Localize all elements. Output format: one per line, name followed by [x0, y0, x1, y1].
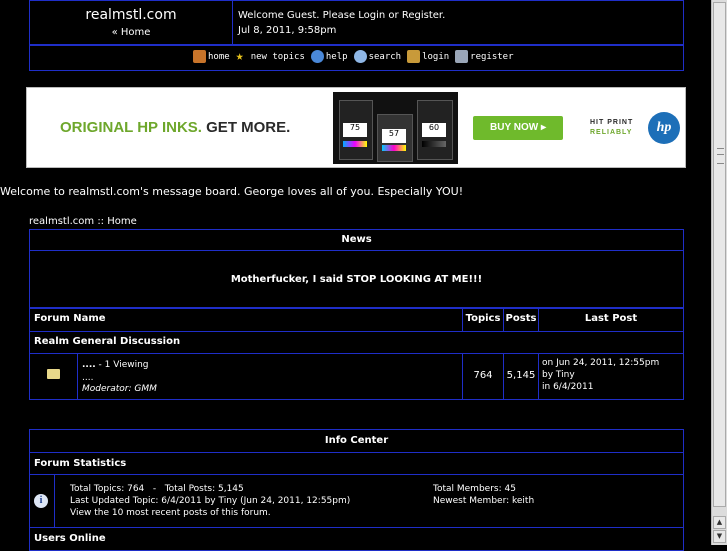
forum-description: ....	[82, 373, 94, 383]
members-total: Total Members: 45	[433, 484, 516, 494]
cartridge-color-strip	[343, 141, 367, 147]
nav-register[interactable]: register	[455, 50, 514, 63]
folder-icon	[47, 369, 60, 379]
breadcrumb[interactable]: realmstl.com :: Home	[29, 216, 137, 227]
scrollbar-grip-icon	[717, 148, 724, 164]
cartridge-color-strip	[382, 145, 406, 151]
ad-headline: ORIGINAL HP INKS. GET MORE.	[60, 119, 291, 136]
login-icon	[407, 50, 421, 63]
nav-menu: home ★ new topics help search login regis…	[193, 50, 520, 63]
hp-logo-icon: hp	[648, 112, 680, 144]
forum-moderator[interactable]: Moderator: GMM	[82, 384, 157, 394]
ad-cartridges: 75 57 60	[333, 92, 458, 164]
stats-last-updated[interactable]: Last Updated Topic: 6/4/2011 by Tiny (Ju…	[70, 496, 350, 506]
search-icon	[353, 50, 367, 63]
home-link[interactable]: « Home	[29, 27, 233, 38]
last-post-author[interactable]: by Tiny	[542, 370, 575, 380]
posts-header-label: Posts	[505, 313, 537, 324]
intro-message: Welcome to realmstl.com's message board.…	[0, 185, 464, 198]
last-post-header-label: Last Post	[584, 313, 638, 324]
forum-name-header-label: Forum Name	[34, 313, 106, 324]
news-message: Motherfucker, I said STOP LOOKING AT ME!…	[230, 274, 483, 285]
register-icon	[455, 50, 469, 63]
vertical-scrollbar[interactable]: ▲ ▼	[711, 0, 727, 545]
buy-now-button[interactable]: BUY NOW ▸	[473, 116, 563, 140]
welcome-text: Welcome Guest. Please Login or Register.	[238, 10, 446, 21]
forum-stats-header	[29, 452, 684, 475]
stats-totals: Total Topics: 764 - Total Posts: 5,145	[70, 484, 244, 494]
viewing-count: - 1 Viewing	[95, 360, 149, 370]
cartridge-60: 60	[417, 100, 453, 160]
members-newest[interactable]: Newest Member: keith	[433, 496, 534, 506]
stats-recent-posts-link[interactable]: View the 10 most recent posts of this fo…	[70, 508, 271, 518]
last-post-topic[interactable]: in 6/4/2011	[542, 382, 594, 392]
nav-login[interactable]: login	[407, 50, 449, 63]
scrollbar-thumb[interactable]	[713, 2, 726, 507]
users-online-title: Users Online	[34, 533, 106, 544]
nav-new-topics[interactable]: ★ new topics	[236, 50, 305, 63]
cartridge-color-strip	[422, 141, 446, 147]
forum-link[interactable]: ....	[82, 360, 96, 370]
nav-help[interactable]: help	[310, 50, 348, 63]
forum-stats-title: Forum Statistics	[34, 458, 127, 469]
nav-home[interactable]: home	[193, 50, 230, 63]
forum-topics-count: 764	[473, 370, 493, 381]
topics-header-label: Topics	[465, 313, 501, 324]
house-icon	[193, 50, 206, 63]
help-icon	[310, 50, 324, 63]
users-online-header	[29, 527, 684, 551]
news-title: News	[341, 234, 372, 245]
cartridge-57: 57	[377, 114, 413, 162]
category-title[interactable]: Realm General Discussion	[34, 336, 180, 347]
nav-search[interactable]: search	[353, 50, 401, 63]
scroll-down-arrow-icon[interactable]: ▼	[713, 530, 726, 543]
current-datetime: Jul 8, 2011, 9:58pm	[238, 25, 337, 36]
info-icon: i	[34, 494, 48, 508]
forum-posts-count: 5,145	[506, 370, 536, 381]
last-post-date[interactable]: on Jun 24, 2011, 12:55pm	[542, 358, 659, 368]
ad-tagline: HIT PRINT RELIABLY	[590, 119, 634, 136]
star-icon: ★	[235, 49, 244, 64]
ad-banner[interactable]: ORIGINAL HP INKS. GET MORE. 75 57 60 BUY…	[26, 87, 686, 168]
forum-row-title-line: .... - 1 Viewing	[82, 360, 149, 370]
cartridge-75: 75	[339, 100, 373, 160]
scroll-up-arrow-icon[interactable]: ▲	[713, 516, 726, 529]
site-name: realmstl.com	[85, 7, 177, 23]
info-center-title: Info Center	[324, 435, 389, 446]
